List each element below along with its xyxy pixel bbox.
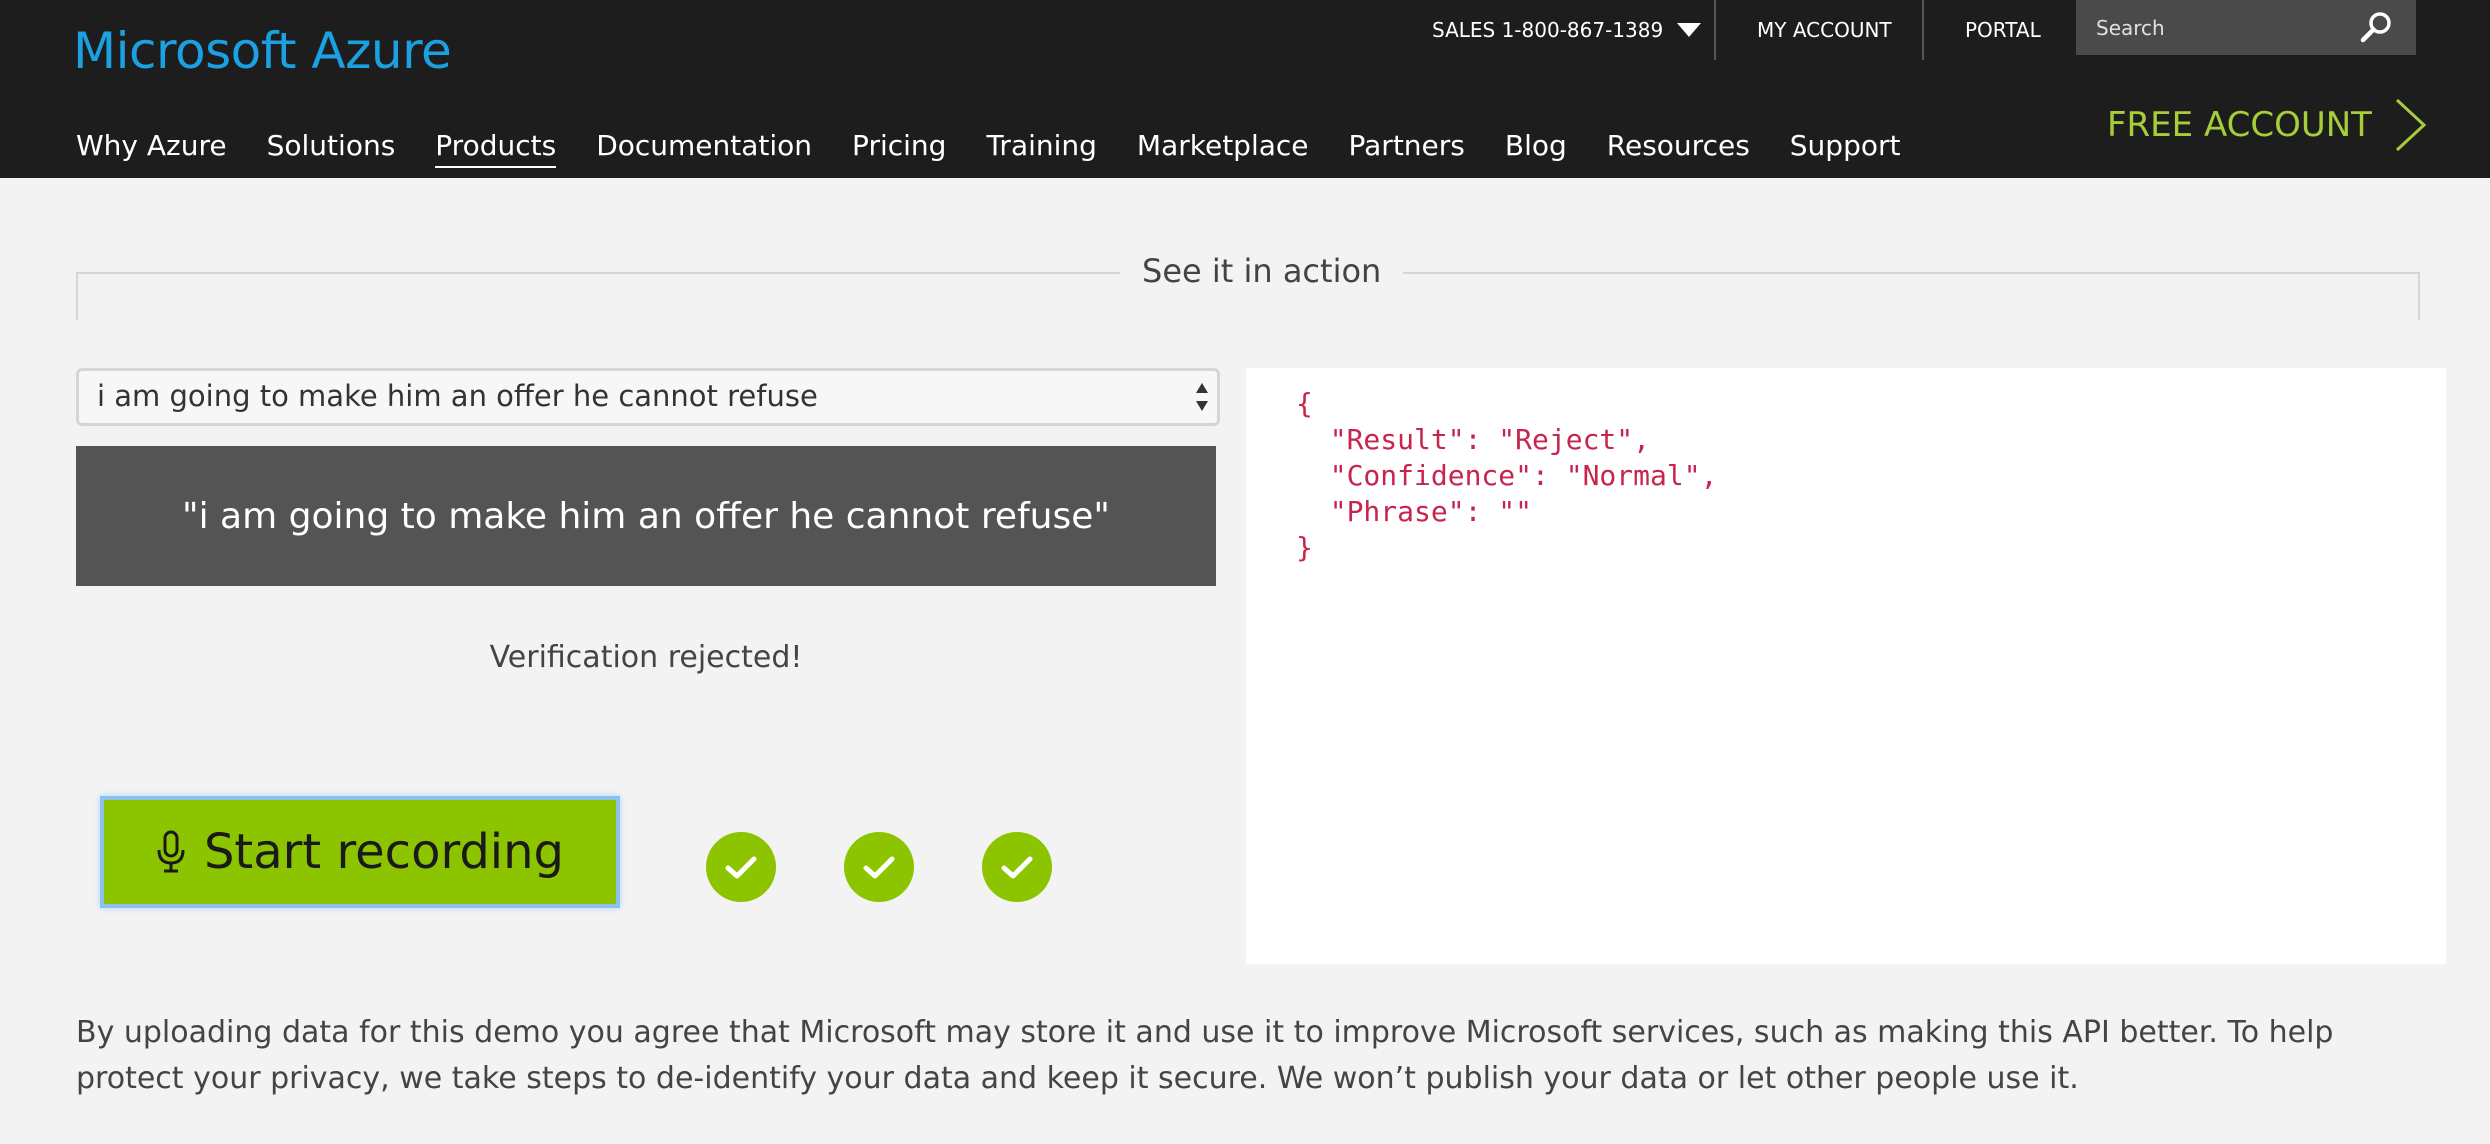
chevron-down-icon bbox=[1677, 23, 1702, 37]
nav-marketplace[interactable]: Marketplace bbox=[1137, 126, 1309, 168]
result-panel: { "Result": "Reject", "Confidence": "Nor… bbox=[1246, 368, 2446, 964]
search-icon[interactable] bbox=[2358, 10, 2394, 46]
search-box bbox=[2076, 0, 2416, 55]
checkmark-icon bbox=[725, 856, 757, 879]
free-account-link[interactable]: FREE ACCOUNT bbox=[2107, 97, 2428, 153]
start-recording-button[interactable]: Start recording bbox=[100, 796, 620, 908]
privacy-disclaimer: By uploading data for this demo you agre… bbox=[76, 1015, 2334, 1096]
enrollment-check-2 bbox=[844, 832, 914, 902]
nav-training[interactable]: Training bbox=[986, 126, 1096, 168]
section-title: See it in action bbox=[1120, 252, 1404, 290]
chevron-right-icon bbox=[2395, 98, 2427, 152]
nav-why-azure[interactable]: Why Azure bbox=[76, 126, 227, 168]
sales-phone-dropdown[interactable]: SALES 1-800-867-1389 bbox=[1432, 0, 1702, 60]
phrase-display: "i am going to make him an offer he cann… bbox=[76, 446, 1216, 586]
checkmark-icon bbox=[863, 856, 895, 879]
main-nav: Why Azure Solutions Products Documentati… bbox=[76, 126, 1940, 168]
my-account-link[interactable]: MY ACCOUNT bbox=[1757, 0, 1892, 60]
checkmark-icon bbox=[1001, 856, 1033, 879]
nav-products[interactable]: Products bbox=[435, 126, 557, 168]
nav-pricing[interactable]: Pricing bbox=[852, 126, 946, 168]
top-header: Microsoft Azure SALES 1-800-867-1389 MY … bbox=[0, 0, 2490, 178]
nav-support[interactable]: Support bbox=[1790, 126, 1901, 168]
microsoft-azure-logo[interactable]: Microsoft Azure bbox=[73, 22, 452, 80]
sales-phone-label: SALES 1-800-867-1389 bbox=[1432, 18, 1664, 42]
enrollment-check-1 bbox=[706, 832, 776, 902]
start-recording-label: Start recording bbox=[203, 824, 565, 880]
nav-blog[interactable]: Blog bbox=[1505, 126, 1567, 168]
result-json: { "Result": "Reject", "Confidence": "Nor… bbox=[1296, 387, 1718, 564]
portal-link[interactable]: PORTAL bbox=[1965, 0, 2041, 60]
enrollment-check-3 bbox=[982, 832, 1052, 902]
nav-partners[interactable]: Partners bbox=[1349, 126, 1465, 168]
divider bbox=[1922, 0, 1924, 60]
divider bbox=[1714, 0, 1716, 60]
free-account-label: FREE ACCOUNT bbox=[2107, 105, 2372, 145]
search-input[interactable] bbox=[2076, 0, 2366, 55]
phrase-select-value: i am going to make him an offer he canno… bbox=[97, 379, 818, 413]
nav-documentation[interactable]: Documentation bbox=[596, 126, 812, 168]
phrase-select[interactable]: i am going to make him an offer he canno… bbox=[76, 368, 1220, 426]
nav-resources[interactable]: Resources bbox=[1607, 126, 1750, 168]
microphone-icon bbox=[157, 830, 185, 873]
nav-solutions[interactable]: Solutions bbox=[267, 126, 396, 168]
verification-status: Verification rejected! bbox=[489, 640, 803, 675]
select-arrows-icon bbox=[1196, 383, 1208, 411]
